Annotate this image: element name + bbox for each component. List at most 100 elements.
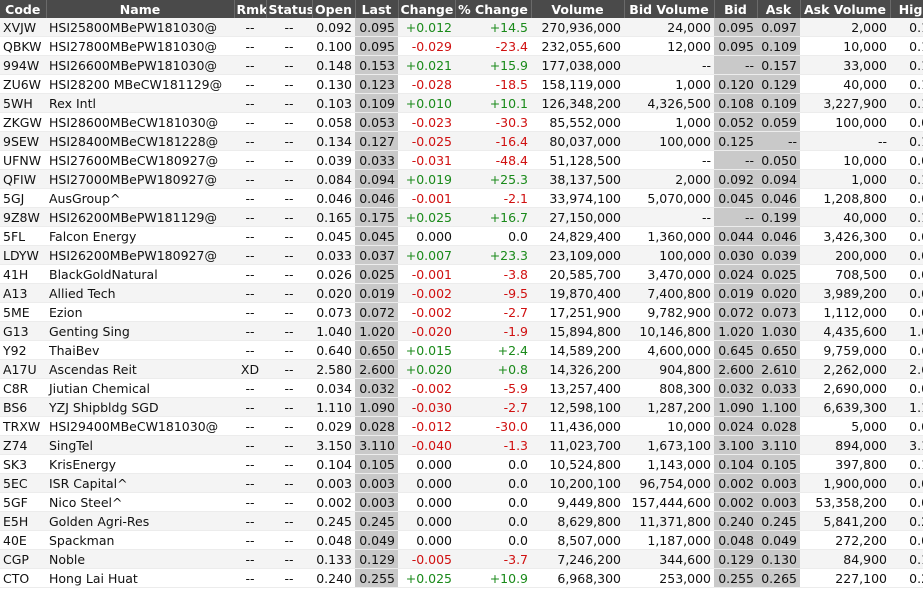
table-row[interactable]: E5H Golden Agri-Res -- -- 0.245 0.245 0.000 0.0…: [0, 511, 923, 531]
table-row[interactable]: C8R Jiutian Chemical -- -- 0.034 0.032 -0.002-…: [0, 378, 923, 398]
column-header-open[interactable]: Open: [312, 0, 356, 18]
cell-name[interactable]: HSI26200MBePW181129@: [46, 207, 234, 227]
cell-code[interactable]: G13: [0, 321, 46, 341]
cell-name[interactable]: HSI25800MBePW181030@: [46, 18, 234, 37]
cell-code[interactable]: XVJW: [0, 18, 46, 37]
column-header-volume[interactable]: Volume: [531, 0, 625, 18]
cell-code[interactable]: E5H: [0, 511, 46, 531]
cell-code[interactable]: BS6: [0, 397, 46, 417]
table-row[interactable]: CGP Noble -- -- 0.133 0.129 -0.005 -3.7 7,246,20…: [0, 549, 923, 569]
cell-name[interactable]: HSI27600MBeCW180927@: [46, 150, 234, 170]
table-row[interactable]: QBKW HSI27800MBePW181030@ -- -- 0.100 0.095 -0…: [0, 36, 923, 56]
column-header-change[interactable]: % Change: [455, 0, 532, 18]
cell-name[interactable]: Ezion: [46, 302, 234, 322]
cell-code[interactable]: SK3: [0, 454, 46, 474]
table-row[interactable]: QFIW HSI27000MBePW180927@ -- -- 0.084 0.094 +0…: [0, 169, 923, 189]
column-header-ask-volume[interactable]: Ask Volume: [800, 0, 891, 18]
table-row[interactable]: TRXW HSI29400MBeCW181030@ -- -- 0.029 0.028 -0…: [0, 416, 923, 436]
cell-name[interactable]: ThaiBev: [46, 340, 234, 360]
cell-code[interactable]: ZU6W: [0, 74, 46, 94]
cell-code[interactable]: 5EC: [0, 473, 46, 493]
cell-name[interactable]: SingTel: [46, 435, 234, 455]
cell-name[interactable]: Golden Agri-Res: [46, 511, 234, 531]
table-row[interactable]: 40E Spackman -- -- 0.048 0.049 0.000 0.0 8,507,0…: [0, 530, 923, 550]
cell-name[interactable]: KrisEnergy: [46, 454, 234, 474]
cell-code[interactable]: CGP: [0, 549, 46, 569]
cell-name[interactable]: HSI26200MBePW180927@: [46, 245, 234, 265]
cell-code[interactable]: 5GF: [0, 492, 46, 512]
cell-name[interactable]: HSI29400MBeCW181030@: [46, 416, 234, 436]
cell-code[interactable]: Z74: [0, 435, 46, 455]
cell-code[interactable]: UFNW: [0, 150, 46, 170]
table-row[interactable]: 994W HSI26600MBePW181030@ -- -- 0.148 0.153 +0…: [0, 55, 923, 75]
cell-name[interactable]: Spackman: [46, 530, 234, 550]
table-row[interactable]: A13 Allied Tech -- -- 0.020 0.019 -0.002 -9.5 19…: [0, 283, 923, 303]
table-row[interactable]: Y92 ThaiBev -- -- 0.640 0.650 +0.015 +2.4 14,589…: [0, 340, 923, 360]
table-row[interactable]: 9Z8W HSI26200MBePW181129@ -- -- 0.165 0.175 +0…: [0, 207, 923, 227]
cell-code[interactable]: 40E: [0, 530, 46, 550]
table-row[interactable]: ZU6W HSI28200 MBeCW181129@ -- -- 0.130 0.123-…: [0, 74, 923, 94]
table-row[interactable]: 5ME Ezion -- -- 0.073 0.072 -0.002 -2.7 17,251,9…: [0, 302, 923, 322]
cell-name[interactable]: BlackGoldNatural: [46, 264, 234, 284]
column-header-rmk[interactable]: Rmk: [234, 0, 267, 18]
table-row[interactable]: ZKGW HSI28600MBeCW181030@ -- -- 0.058 0.053 -0…: [0, 112, 923, 132]
cell-name[interactable]: HSI27000MBePW180927@: [46, 169, 234, 189]
cell-code[interactable]: Y92: [0, 340, 46, 360]
cell-name[interactable]: AusGroup^: [46, 188, 234, 208]
cell-name[interactable]: Allied Tech: [46, 283, 234, 303]
cell-name[interactable]: ISR Capital^: [46, 473, 234, 493]
table-row[interactable]: SK3 KrisEnergy -- -- 0.104 0.105 0.000 0.0 10,52…: [0, 454, 923, 474]
table-row[interactable]: 5WH Rex Intl -- -- 0.103 0.109 +0.010 +10.1 126,…: [0, 93, 923, 113]
cell-code[interactable]: 41H: [0, 264, 46, 284]
cell-name[interactable]: HSI27800MBePW181030@: [46, 36, 234, 56]
cell-code[interactable]: 5ME: [0, 302, 46, 322]
column-header-bid[interactable]: Bid: [714, 0, 758, 18]
cell-code[interactable]: ZKGW: [0, 112, 46, 132]
table-row[interactable]: 5FL Falcon Energy -- -- 0.045 0.045 0.000 0.0 24…: [0, 226, 923, 246]
cell-code[interactable]: QBKW: [0, 36, 46, 56]
cell-code[interactable]: 5WH: [0, 93, 46, 113]
cell-name[interactable]: Ascendas Reit: [46, 359, 234, 379]
cell-code[interactable]: QFIW: [0, 169, 46, 189]
table-row[interactable]: G13 Genting Sing -- -- 1.040 1.020 -0.020 -1.9 1…: [0, 321, 923, 341]
table-row[interactable]: Z74 SingTel -- -- 3.150 3.110 -0.040 -1.3 11,023…: [0, 435, 923, 455]
table-row[interactable]: A17U Ascendas Reit XD -- 2.580 2.600 +0.020 +0.…: [0, 359, 923, 379]
cell-name[interactable]: HSI26600MBePW181030@: [46, 55, 234, 75]
cell-name[interactable]: Jiutian Chemical: [46, 378, 234, 398]
cell-name[interactable]: HSI28400MBeCW181228@: [46, 131, 234, 151]
column-header-bid-volume[interactable]: Bid Volume: [624, 0, 715, 18]
cell-name[interactable]: Falcon Energy: [46, 226, 234, 246]
column-header-status[interactable]: Status: [266, 0, 313, 18]
column-header-name[interactable]: Name: [46, 0, 235, 18]
cell-name[interactable]: HSI28200 MBeCW181129@: [46, 74, 234, 94]
table-row[interactable]: UFNW HSI27600MBeCW180927@ -- -- 0.039 0.033 -0…: [0, 150, 923, 170]
cell-code[interactable]: C8R: [0, 378, 46, 398]
cell-code[interactable]: 994W: [0, 55, 46, 75]
cell-code[interactable]: A13: [0, 283, 46, 303]
column-header-change[interactable]: Change: [398, 0, 456, 18]
cell-name[interactable]: Hong Lai Huat: [46, 568, 234, 588]
cell-name[interactable]: Noble: [46, 549, 234, 569]
cell-code[interactable]: 9Z8W: [0, 207, 46, 227]
cell-code[interactable]: 9SEW: [0, 131, 46, 151]
table-row[interactable]: CTO Hong Lai Huat -- -- 0.240 0.255 +0.025 +10.…: [0, 568, 923, 588]
cell-code[interactable]: 5FL: [0, 226, 46, 246]
cell-name[interactable]: YZJ Shipbldg SGD: [46, 397, 234, 417]
cell-code[interactable]: TRXW: [0, 416, 46, 436]
table-row[interactable]: BS6 YZJ Shipbldg SGD -- -- 1.110 1.090 -0.030-…: [0, 397, 923, 417]
cell-code[interactable]: 5GJ: [0, 188, 46, 208]
cell-name[interactable]: Nico Steel^: [46, 492, 234, 512]
cell-code[interactable]: A17U: [0, 359, 46, 379]
table-row[interactable]: 5GF Nico Steel^ -- -- 0.002 0.003 0.000 0.0 9,44…: [0, 492, 923, 512]
column-header-last[interactable]: Last: [355, 0, 399, 18]
column-header-ask[interactable]: Ask: [757, 0, 801, 18]
column-header-code[interactable]: Code: [0, 0, 47, 18]
cell-code[interactable]: CTO: [0, 568, 46, 588]
table-row[interactable]: 5GJ AusGroup^ -- -- 0.046 0.046 -0.001 -2.1 33,9…: [0, 188, 923, 208]
table-row[interactable]: 41H BlackGoldNatural -- -- 0.026 0.025 -0.001-…: [0, 264, 923, 284]
table-row[interactable]: 9SEW HSI28400MBeCW181228@ -- -- 0.134 0.127 -0…: [0, 131, 923, 151]
column-header-high[interactable]: High: [890, 0, 923, 18]
cell-code[interactable]: LDYW: [0, 245, 46, 265]
table-row[interactable]: 5EC ISR Capital^ -- -- 0.003 0.003 0.000 0.0 10,…: [0, 473, 923, 493]
cell-name[interactable]: Rex Intl: [46, 93, 234, 113]
